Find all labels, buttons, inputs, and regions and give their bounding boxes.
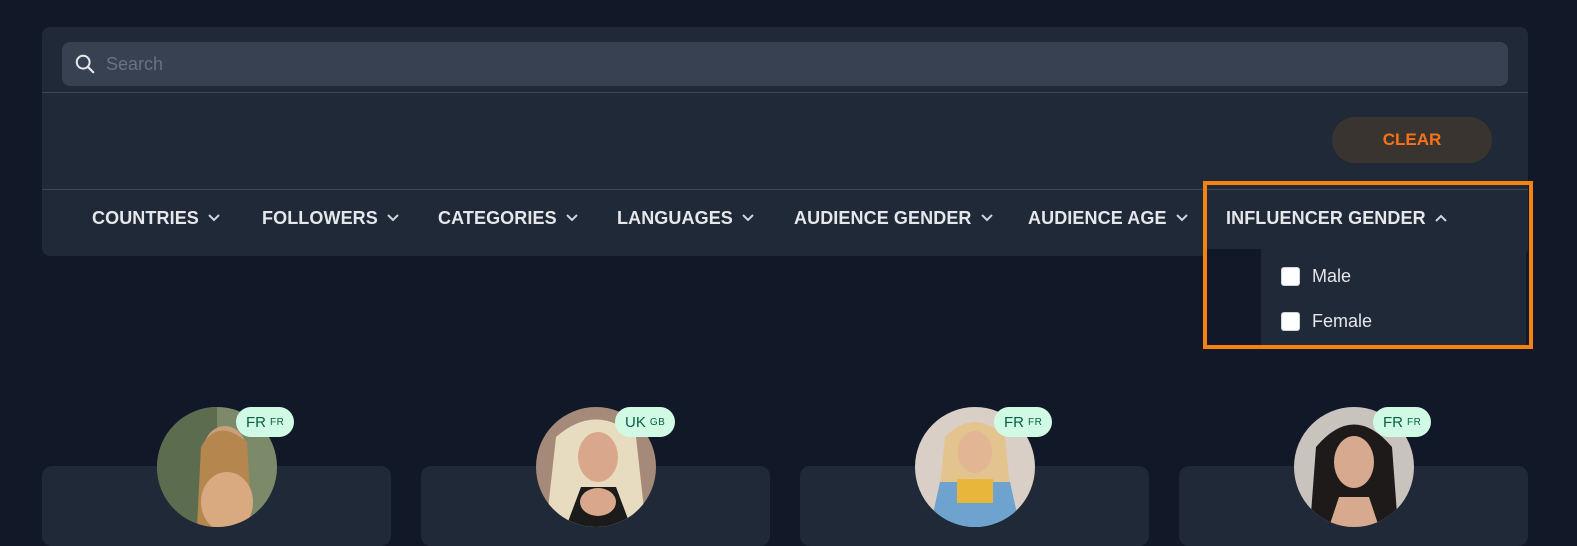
- country-badge: FR FR: [236, 407, 295, 437]
- filter-influencer-gender[interactable]: INFLUENCER GENDER: [1226, 190, 1448, 246]
- country-badge: FR FR: [994, 407, 1053, 437]
- divider: [42, 92, 1528, 93]
- flag-code: GB: [649, 416, 666, 428]
- filter-label: INFLUENCER GENDER: [1226, 207, 1426, 228]
- filter-languages[interactable]: LANGUAGES: [617, 190, 755, 246]
- filter-label: LANGUAGES: [617, 207, 733, 228]
- filter-audience-age[interactable]: AUDIENCE AGE: [1028, 190, 1189, 246]
- chevron-down-icon: [742, 214, 754, 222]
- country-code: FR: [246, 413, 266, 431]
- flag-code: FR: [1407, 416, 1422, 428]
- filter-countries[interactable]: COUNTRIES: [92, 190, 221, 246]
- chevron-down-icon: [387, 214, 399, 222]
- search-icon: [75, 54, 95, 74]
- option-female[interactable]: Female: [1281, 311, 1372, 332]
- male-checkbox[interactable]: [1281, 267, 1300, 286]
- filter-label: CATEGORIES: [438, 207, 557, 228]
- clear-button[interactable]: CLEAR: [1332, 117, 1492, 163]
- filter-label: FOLLOWERS: [262, 207, 378, 228]
- flag-code: FR: [270, 416, 285, 428]
- filter-bar: COUNTRIES FOLLOWERS CATEGORIES LANGUAGES…: [42, 190, 1528, 256]
- country-code: FR: [1004, 413, 1024, 431]
- country-code: FR: [1383, 413, 1403, 431]
- filter-audience-gender[interactable]: AUDIENCE GENDER: [794, 190, 994, 246]
- chevron-down-icon: [208, 214, 220, 222]
- filter-label: AUDIENCE GENDER: [794, 207, 972, 228]
- filter-followers[interactable]: FOLLOWERS: [262, 190, 400, 246]
- country-badge: UK GB: [615, 407, 676, 437]
- dropdown-gutter: [1207, 249, 1261, 345]
- chevron-down-icon: [1175, 214, 1188, 222]
- influencer-gender-dropdown: Male Female: [1261, 249, 1526, 345]
- option-label: Male: [1312, 266, 1352, 286]
- chevron-down-icon: [980, 214, 993, 222]
- chevron-down-icon: [565, 214, 578, 222]
- country-badge: FR FR: [1373, 407, 1432, 437]
- filter-label: AUDIENCE AGE: [1028, 207, 1167, 228]
- option-label: Female: [1312, 311, 1373, 331]
- chevron-up-icon: [1435, 214, 1447, 222]
- flag-code: FR: [1028, 416, 1043, 428]
- filter-panel: CLEAR COUNTRIES FOLLOWERS CATEGORIES LAN…: [42, 27, 1528, 256]
- search-bar[interactable]: [62, 42, 1508, 86]
- search-input[interactable]: [106, 42, 1496, 86]
- filter-label: COUNTRIES: [92, 207, 199, 228]
- option-male[interactable]: Male: [1281, 266, 1351, 287]
- female-checkbox[interactable]: [1281, 312, 1300, 331]
- filter-categories[interactable]: CATEGORIES: [438, 190, 579, 246]
- country-code: UK: [625, 413, 646, 431]
